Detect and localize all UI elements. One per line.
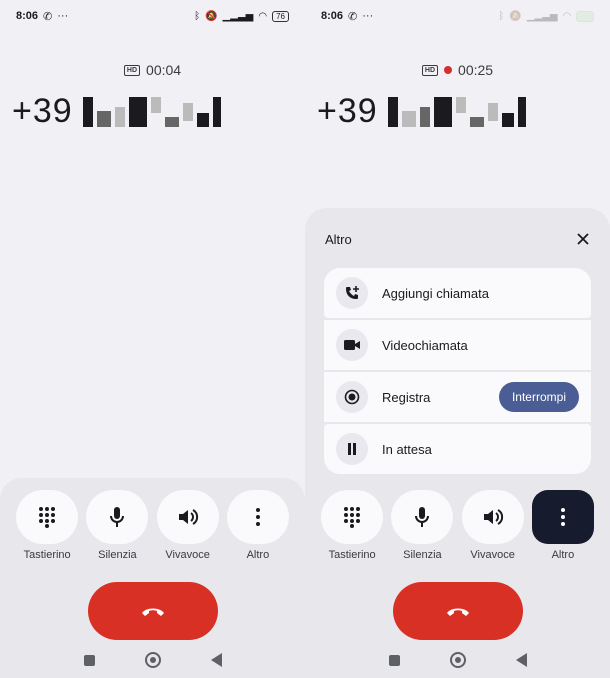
record-icon <box>336 381 368 413</box>
sheet-title: Altro <box>325 232 352 247</box>
hd-icon: HD <box>421 64 439 76</box>
phone-number: +39 <box>12 92 221 131</box>
status-bar: 8:06 ✆ ··· ᛒ 🔕 ▁▂▃▅ ◠ 76 <box>16 8 289 24</box>
more-options-menu: Aggiungi chiamata Videochiamata Registra… <box>324 268 591 476</box>
wifi-icon: ◠ <box>258 10 268 22</box>
mute-control[interactable]: Silenzia <box>85 490 149 561</box>
phone-number: +39 <box>317 92 526 131</box>
more-notifications-icon: ··· <box>362 10 374 22</box>
keypad-icon <box>39 507 56 528</box>
mute-button[interactable] <box>86 490 149 544</box>
speaker-label: Vivavoce <box>165 549 210 561</box>
keypad-control[interactable]: Tastierino <box>15 490 79 561</box>
recents-nav-icon[interactable] <box>83 654 95 666</box>
phone-icon: ✆ <box>348 10 358 23</box>
menu-item-record[interactable]: Registra Interrompi <box>324 372 591 422</box>
silent-icon: 🔕 <box>509 10 522 22</box>
menu-label: Aggiungi chiamata <box>382 285 489 301</box>
battery-icon: 76 <box>272 10 289 22</box>
battery-icon: ■■ <box>576 10 594 22</box>
status-bar: 8:06 ✆ ··· ᛒ 🔕 ▁▂▃▅ ◠ ■■ <box>321 8 594 24</box>
back-nav-icon[interactable] <box>515 653 527 667</box>
bluetooth-icon: ᛒ <box>194 10 201 22</box>
speaker-button[interactable] <box>461 490 524 544</box>
signal-icon: ▁▂▃▅ <box>222 10 254 22</box>
keypad-icon <box>344 507 361 528</box>
menu-item-hold[interactable]: In attesa <box>324 424 591 474</box>
back-nav-icon[interactable] <box>210 653 222 667</box>
menu-item-add-call[interactable]: Aggiungi chiamata <box>324 268 591 318</box>
more-control[interactable]: Altro <box>531 490 595 561</box>
hangup-button[interactable] <box>392 582 523 640</box>
call-controls: Tastierino Silenzia Vivavoce Altro <box>305 490 610 561</box>
mute-label: Silenzia <box>403 549 442 561</box>
mute-button[interactable] <box>391 490 454 544</box>
close-sheet-button[interactable] <box>572 228 594 250</box>
number-prefix: +39 <box>317 92 378 130</box>
pause-icon <box>336 433 368 465</box>
more-label: Altro <box>551 549 575 561</box>
menu-label: In attesa <box>382 441 432 457</box>
call-timer: HD 00:25 <box>305 62 610 78</box>
call-duration: 00:04 <box>146 62 182 78</box>
keypad-label: Tastierino <box>23 549 71 561</box>
hangup-button[interactable] <box>87 582 218 640</box>
more-icon <box>560 508 565 526</box>
signal-icon: ▁▂▃▅ <box>526 10 558 22</box>
mic-icon <box>110 507 125 527</box>
speaker-control[interactable]: Vivavoce <box>156 490 220 561</box>
status-time: 8:06 <box>16 10 39 22</box>
home-nav-icon[interactable] <box>449 652 466 668</box>
hangup-icon <box>446 608 469 616</box>
call-screen-left: 8:06 ✆ ··· ᛒ 🔕 ▁▂▃▅ ◠ 76 HD 00:04 +39 Ta… <box>0 0 305 678</box>
mic-icon <box>415 507 430 527</box>
call-screen-right: 8:06 ✆ ··· ᛒ 🔕 ▁▂▃▅ ◠ ■■ HD 00:25 +39 Al… <box>305 0 610 678</box>
mute-control[interactable]: Silenzia <box>390 490 454 561</box>
hd-icon: HD <box>123 64 141 76</box>
navigation-bar <box>0 652 305 668</box>
status-time: 8:06 <box>321 10 344 22</box>
speaker-icon <box>178 509 198 525</box>
stop-recording-button[interactable]: Interrompi <box>498 382 579 412</box>
more-icon <box>255 508 260 526</box>
home-nav-icon[interactable] <box>144 652 161 668</box>
status-icons: ᛒ 🔕 ▁▂▃▅ ◠ 76 <box>194 10 289 22</box>
speaker-button[interactable] <box>156 490 219 544</box>
silent-icon: 🔕 <box>205 10 218 22</box>
video-icon <box>336 329 368 361</box>
pixelated-number <box>82 96 221 127</box>
more-label: Altro <box>246 549 270 561</box>
hangup-icon <box>141 608 164 616</box>
close-icon <box>577 233 589 245</box>
keypad-control[interactable]: Tastierino <box>320 490 384 561</box>
navigation-bar <box>305 652 610 668</box>
add-call-icon <box>336 277 368 309</box>
more-notifications-icon: ··· <box>57 10 69 22</box>
recents-nav-icon[interactable] <box>388 654 400 666</box>
pixelated-number <box>387 96 526 127</box>
speaker-label: Vivavoce <box>470 549 515 561</box>
speaker-control[interactable]: Vivavoce <box>461 490 525 561</box>
mute-label: Silenzia <box>98 549 137 561</box>
call-controls: Tastierino Silenzia Vivavoce Altro <box>0 490 305 561</box>
menu-label: Registra <box>382 389 431 405</box>
bluetooth-icon: ᛒ <box>498 10 505 22</box>
status-icons: ᛒ 🔕 ▁▂▃▅ ◠ ■■ <box>498 10 594 22</box>
menu-item-video-call[interactable]: Videochiamata <box>324 320 591 370</box>
call-timer: HD 00:04 <box>0 62 305 78</box>
more-button-active[interactable] <box>531 490 594 544</box>
more-button[interactable] <box>226 490 289 544</box>
number-prefix: +39 <box>12 92 73 130</box>
speaker-icon <box>483 509 503 525</box>
keypad-label: Tastierino <box>328 549 376 561</box>
more-control[interactable]: Altro <box>226 490 290 561</box>
call-duration: 00:25 <box>458 62 494 78</box>
menu-label: Videochiamata <box>382 337 468 353</box>
keypad-button[interactable] <box>321 490 384 544</box>
wifi-icon: ◠ <box>562 10 572 22</box>
phone-icon: ✆ <box>43 10 53 23</box>
recording-indicator-icon <box>444 66 453 74</box>
keypad-button[interactable] <box>16 490 79 544</box>
